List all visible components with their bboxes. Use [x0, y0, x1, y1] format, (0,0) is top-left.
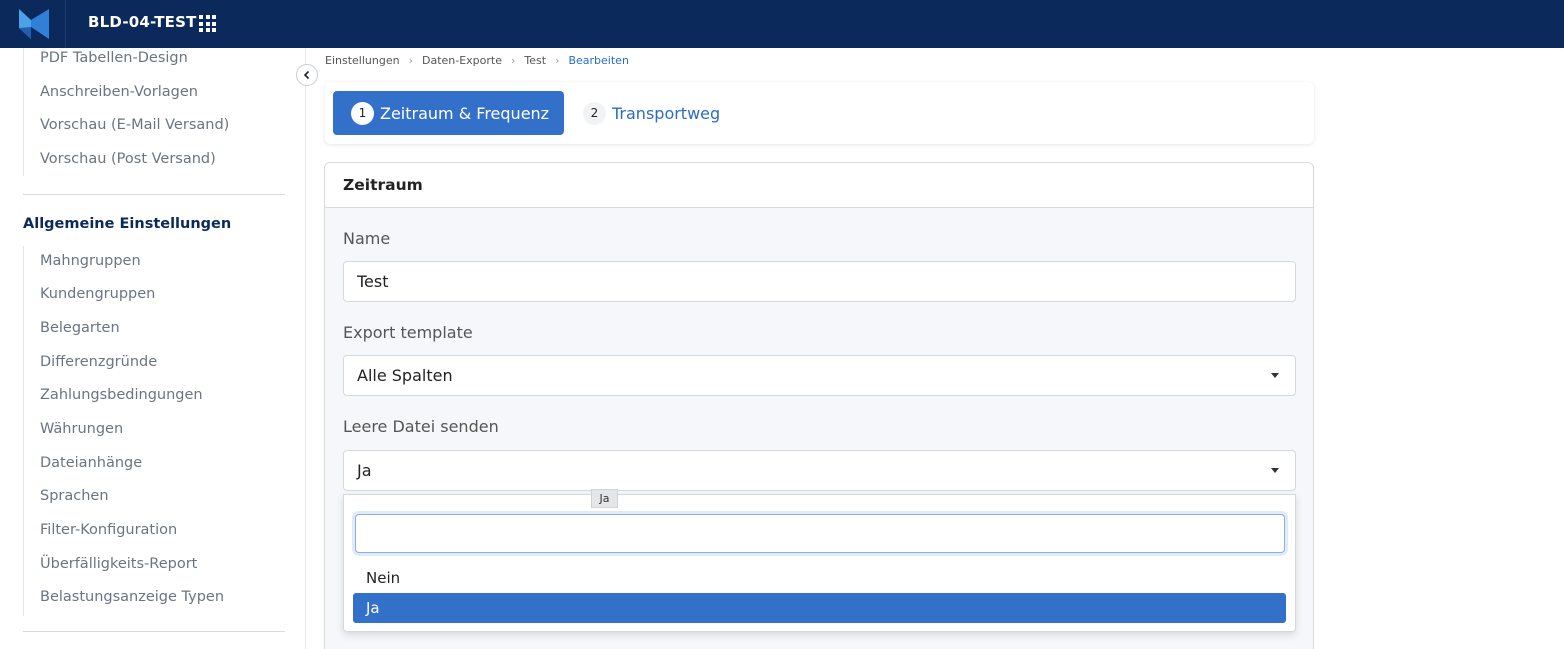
- app-grid-icon[interactable]: [199, 15, 216, 32]
- sidebar-section-heading[interactable]: Allgemeine Einstellungen: [23, 216, 231, 232]
- app-title: BLD-04-TEST: [88, 13, 197, 31]
- sidebar-divider: [23, 194, 285, 195]
- sidebar-collapse-button[interactable]: [296, 64, 318, 86]
- app-logo[interactable]: [0, 0, 66, 48]
- stepper: 1 Zeitraum & Frequenz 2 Transportweg: [325, 82, 1314, 144]
- sidebar-divider: [23, 631, 285, 632]
- step-transportweg[interactable]: 2 Transportweg: [583, 91, 720, 135]
- chevron-right-icon: ›: [511, 54, 516, 67]
- step-number: 2: [583, 101, 606, 125]
- sidebar-item-belegarten[interactable]: Belegarten: [40, 320, 120, 336]
- sidebar-group-line: [23, 48, 24, 176]
- sidebar-item-vorschau-post[interactable]: Vorschau (Post Versand): [40, 151, 216, 167]
- chevron-right-icon: ›: [408, 54, 413, 67]
- breadcrumb-item-bearbeiten: Bearbeiten: [568, 54, 629, 67]
- chevron-left-icon: [303, 70, 310, 80]
- sidebar-item-differenzgruende[interactable]: Differenzgründe: [40, 354, 157, 370]
- name-input[interactable]: Test: [343, 261, 1296, 302]
- tooltip: Ja: [591, 489, 618, 508]
- leere-datei-label: Leere Datei senden: [343, 417, 499, 436]
- step-zeitraum-frequenz[interactable]: 1 Zeitraum & Frequenz: [333, 91, 564, 135]
- sidebar-item-ueberfaelligkeits-report[interactable]: Überfälligkeits-Report: [40, 556, 197, 572]
- chevron-right-icon: ›: [555, 54, 560, 67]
- sidebar-item-belastungsanzeige-typen[interactable]: Belastungsanzeige Typen: [40, 589, 224, 605]
- sidebar-item-kundengruppen[interactable]: Kundengruppen: [40, 286, 155, 302]
- breadcrumb-item-test[interactable]: Test: [524, 54, 546, 67]
- sidebar-item-pdf-tabellen-design[interactable]: PDF Tabellen-Design: [40, 50, 188, 66]
- step-label: Transportweg: [612, 103, 721, 123]
- step-number: 1: [351, 101, 374, 125]
- top-bar: BLD-04-TEST: [0, 0, 1564, 48]
- sidebar-item-mahngruppen[interactable]: Mahngruppen: [40, 253, 141, 269]
- name-label: Name: [343, 229, 391, 248]
- sidebar-group-line: [23, 246, 24, 616]
- panel-title: Zeitraum: [343, 176, 423, 194]
- sidebar-item-waehrungen[interactable]: Währungen: [40, 421, 123, 437]
- breadcrumb-item-einstellungen[interactable]: Einstellungen: [325, 54, 400, 67]
- sidebar-item-dateianhaenge[interactable]: Dateianhänge: [40, 455, 142, 471]
- export-template-label: Export template: [343, 323, 473, 342]
- sidebar-item-filter-konfiguration[interactable]: Filter-Konfiguration: [40, 522, 177, 538]
- leere-datei-select[interactable]: Ja: [343, 450, 1296, 491]
- sidebar-item-anschreiben-vorlagen[interactable]: Anschreiben-Vorlagen: [40, 84, 198, 100]
- dropdown-option-ja[interactable]: Ja: [353, 593, 1286, 623]
- caret-down-icon: [1271, 468, 1279, 473]
- dropdown-search-input[interactable]: [355, 514, 1285, 553]
- export-template-select[interactable]: Alle Spalten: [343, 355, 1296, 396]
- caret-down-icon: [1271, 373, 1279, 378]
- dropdown-option-nein[interactable]: Nein: [353, 563, 1286, 593]
- breadcrumb: Einstellungen › Daten-Exporte › Test › B…: [325, 54, 629, 67]
- export-template-value: Alle Spalten: [357, 366, 453, 385]
- leere-datei-value: Ja: [357, 461, 372, 480]
- sidebar-item-vorschau-email[interactable]: Vorschau (E-Mail Versand): [40, 117, 229, 133]
- leere-datei-dropdown: Nein Ja: [343, 494, 1296, 632]
- sidebar: PDF Tabellen-Design Anschreiben-Vorlagen…: [0, 48, 306, 649]
- step-label: Zeitraum & Frequenz: [380, 103, 550, 123]
- breadcrumb-item-daten-exporte[interactable]: Daten-Exporte: [422, 54, 502, 67]
- panel-header: Zeitraum: [325, 163, 1313, 208]
- sidebar-item-sprachen[interactable]: Sprachen: [40, 488, 109, 504]
- sidebar-item-zahlungsbedingungen[interactable]: Zahlungsbedingungen: [40, 387, 203, 403]
- logo-icon: [19, 9, 49, 39]
